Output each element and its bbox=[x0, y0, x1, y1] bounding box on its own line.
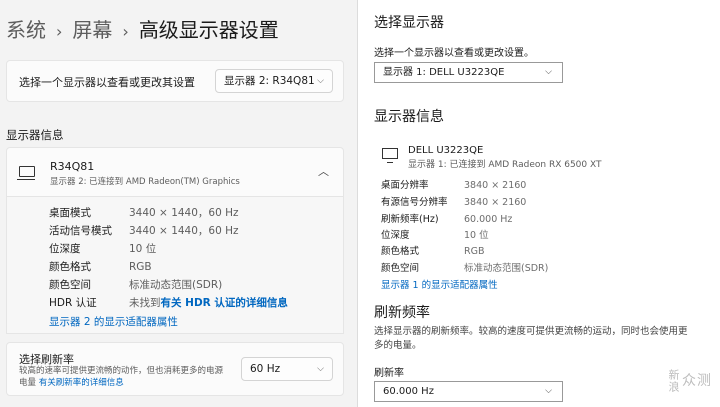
detail-value: 标准动态范围(SDR) bbox=[129, 279, 223, 291]
refresh-rate-card: 选择刷新率 较高的速率可提供更流畅的动作，但也消耗更多的电源电量 有关刷新率的详… bbox=[6, 342, 344, 396]
detail-row: 桌面模式 3440 × 1440，60 Hz bbox=[49, 205, 239, 220]
hdr-info-link[interactable]: 有关 HDR 认证的详细信息 bbox=[161, 297, 288, 309]
detail-row: 颜色格式 RGB bbox=[381, 243, 484, 257]
watermark-vertical: 新浪 bbox=[667, 369, 680, 393]
hdr-row: HDR 认证 未找到有关 HDR 认证的详细信息 bbox=[49, 295, 288, 310]
refresh-rate-value: 60 Hz bbox=[250, 363, 281, 375]
watermark-text: 众测 bbox=[682, 373, 712, 389]
display-select-value: 显示器 2: R34Q81 bbox=[224, 75, 315, 87]
display-details-panel: 桌面模式 3440 × 1440，60 Hz 活动信号模式 3440 × 1440，… bbox=[6, 197, 344, 334]
detail-row: 颜色空间 标准动态范围(SDR) bbox=[381, 260, 548, 274]
display-info-heading: 显示器信息 bbox=[374, 109, 444, 125]
detail-value: 3440 × 1440，60 Hz bbox=[129, 225, 239, 237]
display-select-value: 显示器 1: DELL U3223QE bbox=[383, 67, 505, 78]
display-connection: 显示器 2: 已连接到 AMD Radeon(TM) Graphics bbox=[50, 177, 240, 187]
detail-key: 桌面模式 bbox=[49, 207, 91, 219]
detail-row: 活动信号模式 3440 × 1440，60 Hz bbox=[49, 223, 239, 238]
chevron-down-icon: ⌵ bbox=[317, 76, 324, 86]
chevron-down-icon: ⌵ bbox=[545, 67, 552, 77]
windows11-advanced-display-pane: 系统 › 屏幕 › 高级显示器设置 选择一个显示器以查看或更改其设置 显示器 2: R3… bbox=[0, 0, 357, 407]
detail-key: 刷新频率(Hz) bbox=[381, 214, 439, 225]
display-expander-header[interactable]: R34Q81 显示器 2: 已连接到 AMD Radeon(TM) Graphi… bbox=[6, 147, 344, 197]
refresh-rate-heading: 刷新频率 bbox=[374, 305, 430, 321]
select-display-label: 选择一个显示器以查看或更改设置。 bbox=[374, 48, 534, 59]
display-name: DELL U3223QE bbox=[408, 145, 484, 156]
breadcrumb-display[interactable]: 屏幕 bbox=[72, 18, 112, 42]
detail-key: 颜色空间 bbox=[49, 279, 91, 291]
detail-key: 位深度 bbox=[49, 243, 81, 255]
detail-value: RGB bbox=[129, 261, 152, 273]
detail-key: 桌面分辨率 bbox=[381, 180, 429, 191]
refresh-rate-label: 刷新率 bbox=[374, 368, 404, 379]
detail-row: 刷新频率(Hz) 60.000 Hz bbox=[381, 211, 512, 225]
watermark: 新浪 众测 bbox=[667, 369, 712, 393]
display-info-heading: 显示器信息 bbox=[6, 128, 64, 142]
chevron-right-icon: › bbox=[122, 22, 129, 41]
detail-key: 位深度 bbox=[381, 230, 410, 241]
select-display-card: 选择一个显示器以查看或更改其设置 显示器 2: R34Q81 ⌵ bbox=[6, 60, 344, 102]
select-display-label: 选择一个显示器以查看或更改其设置 bbox=[19, 76, 195, 89]
refresh-rate-value: 60.000 Hz bbox=[383, 386, 434, 397]
breadcrumb-system[interactable]: 系统 bbox=[6, 18, 46, 42]
detail-row: 颜色格式 RGB bbox=[49, 259, 152, 274]
monitor-icon bbox=[382, 148, 398, 163]
adapter-properties-link[interactable]: 显示器 2 的显示适配器属性 bbox=[49, 314, 178, 329]
adapter-properties-link[interactable]: 显示器 1 的显示适配器属性 bbox=[381, 277, 498, 291]
laptop-icon bbox=[17, 166, 35, 180]
refresh-rate-dropdown[interactable]: 60.000 Hz ⌵ bbox=[374, 381, 563, 402]
detail-value: 60.000 Hz bbox=[464, 214, 513, 225]
windows10-advanced-display-pane: 选择显示器 选择一个显示器以查看或更改设置。 显示器 1: DELL U3223… bbox=[357, 0, 720, 407]
display-select-dropdown[interactable]: 显示器 1: DELL U3223QE ⌵ bbox=[374, 62, 563, 83]
page-title: 高级显示器设置 bbox=[138, 18, 279, 42]
refresh-rate-desc: 选择显示器的刷新频率。较高的速度可提供更流畅的运动，同时也会使用更多的电量。 bbox=[374, 326, 688, 351]
detail-row: 桌面分辨率 3840 × 2160 bbox=[381, 177, 526, 191]
detail-key: 活动信号模式 bbox=[49, 225, 112, 237]
display-connection: 显示器 1: 已连接到 AMD Radeon RX 6500 XT bbox=[408, 160, 602, 170]
detail-value: 3840 × 2160 bbox=[464, 197, 527, 208]
select-display-heading: 选择显示器 bbox=[374, 15, 444, 31]
chevron-down-icon: ⌵ bbox=[317, 364, 324, 374]
refresh-rate-dropdown[interactable]: 60 Hz ⌵ bbox=[241, 357, 333, 381]
refresh-rate-info-link[interactable]: 有关刷新率的详细信息 bbox=[39, 378, 124, 388]
detail-value: 标准动态范围(SDR) bbox=[464, 263, 549, 274]
display-select-dropdown[interactable]: 显示器 2: R34Q81 ⌵ bbox=[215, 69, 333, 93]
detail-row: 位深度 10 位 bbox=[49, 241, 156, 256]
detail-value: RGB bbox=[464, 246, 485, 257]
chevron-right-icon: › bbox=[56, 22, 63, 41]
breadcrumb: 系统 › 屏幕 › 高级显示器设置 bbox=[6, 14, 279, 43]
detail-row: 有源信号分辨率 3840 × 2160 bbox=[381, 194, 526, 208]
chevron-up-icon[interactable]: ︿ bbox=[318, 163, 329, 179]
chevron-down-icon: ⌵ bbox=[545, 386, 552, 396]
detail-key: 有源信号分辨率 bbox=[381, 197, 448, 208]
detail-row: 位深度 10 位 bbox=[381, 227, 489, 241]
detail-key: HDR 认证 bbox=[49, 297, 97, 309]
detail-row: 颜色空间 标准动态范围(SDR) bbox=[49, 277, 222, 292]
detail-value: 10 位 bbox=[464, 230, 489, 241]
detail-value: 3440 × 1440，60 Hz bbox=[129, 207, 239, 219]
detail-value: 10 位 bbox=[129, 243, 157, 255]
refresh-rate-desc: 较高的速率可提供更流畅的动作，但也消耗更多的电源电量 有关刷新率的详细信息 bbox=[19, 365, 224, 389]
display-name: R34Q81 bbox=[50, 160, 95, 173]
hdr-status: 未找到 bbox=[129, 297, 161, 309]
detail-key: 颜色空间 bbox=[381, 263, 420, 274]
detail-key: 颜色格式 bbox=[49, 261, 91, 273]
detail-value: 3840 × 2160 bbox=[464, 180, 527, 191]
detail-key: 颜色格式 bbox=[381, 246, 420, 257]
